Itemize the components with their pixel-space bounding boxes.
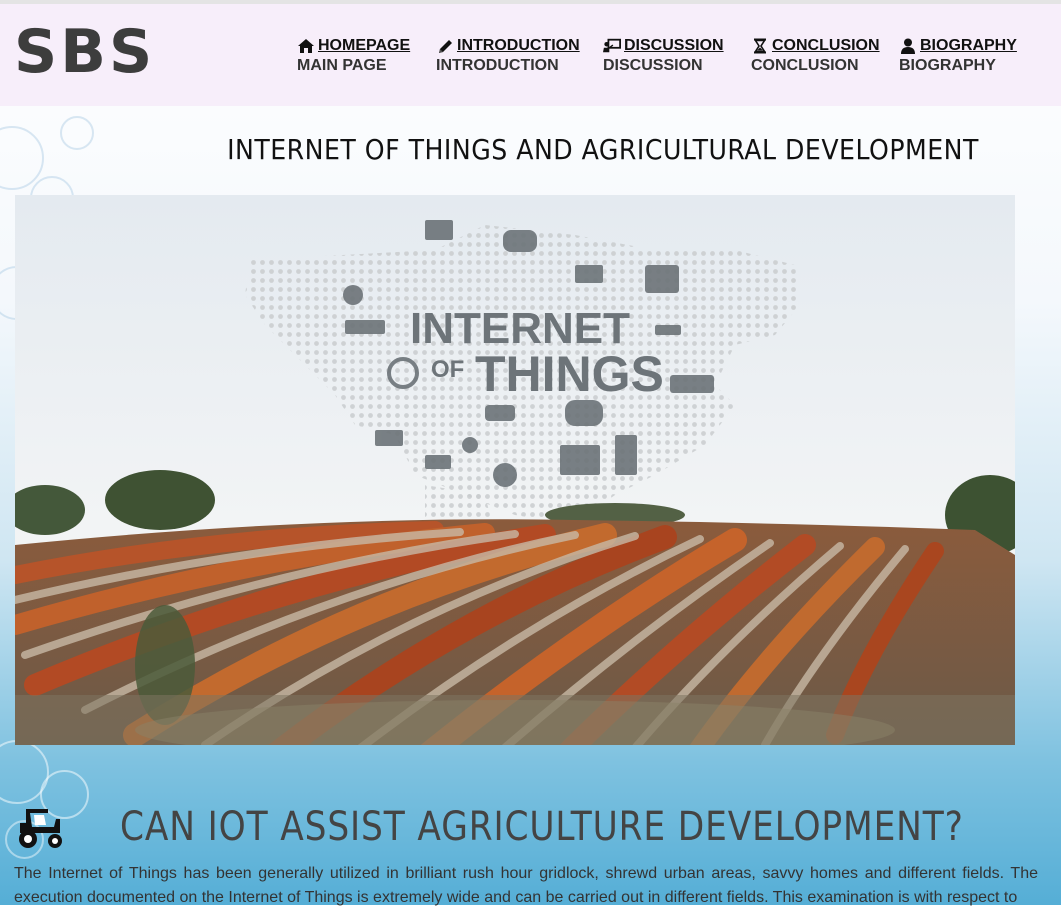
nav-sub-biography: BIOGRAPHY [899, 57, 996, 74]
nav-link-discussion[interactable]: DISCUSSION [603, 37, 724, 55]
nav-sub-homepage: MAIN PAGE [297, 57, 387, 74]
pencil-icon [439, 40, 452, 53]
section-paragraph: The Internet of Things has been generall… [14, 865, 1038, 906]
user-icon [901, 38, 915, 54]
nav-sub-introduction: INTRODUCTION [436, 57, 559, 74]
tractor-icon [19, 809, 62, 848]
section-title: CAN IOT ASSIST AGRICULTURE DEVELOPMENT? [120, 804, 964, 850]
home-icon [298, 39, 314, 53]
nav-link-introduction[interactable]: INTRODUCTION [436, 37, 580, 55]
nav-sub-conclusion: CONCLUSION [751, 57, 859, 74]
nav-item-biography: BIOGRAPHY BIOGRAPHY [899, 37, 1017, 76]
site-header: SBS HOMEPAGE MAIN PAGE INTRODUCTION INTR… [0, 4, 1061, 106]
hero-text-of: OF [431, 356, 464, 383]
page-title: INTERNET OF THINGS AND AGRICULTURAL DEVE… [227, 133, 979, 166]
presentation-icon [603, 38, 621, 53]
nav-sub-discussion: DISCUSSION [603, 57, 703, 74]
nav-item-introduction: INTRODUCTION INTRODUCTION [436, 37, 580, 76]
nav-item-conclusion: CONCLUSION CONCLUSION [751, 37, 880, 76]
hero-image: INTERNET OF THINGS [15, 195, 1015, 745]
nav-link-homepage[interactable]: HOMEPAGE [297, 37, 410, 55]
site-logo[interactable]: SBS [14, 16, 155, 88]
hourglass-icon [754, 38, 766, 54]
section-heading: CAN IOT ASSIST AGRICULTURE DEVELOPMENT? [14, 792, 1061, 862]
nav-link-conclusion[interactable]: CONCLUSION [751, 37, 880, 55]
hero-text-things: THINGS [475, 346, 664, 402]
iot-farm-illustration: INTERNET OF THINGS [15, 195, 1015, 745]
nav-item-homepage: HOMEPAGE MAIN PAGE [297, 37, 410, 76]
nav-item-discussion: DISCUSSION DISCUSSION [603, 37, 724, 76]
nav-link-biography[interactable]: BIOGRAPHY [899, 37, 1017, 55]
